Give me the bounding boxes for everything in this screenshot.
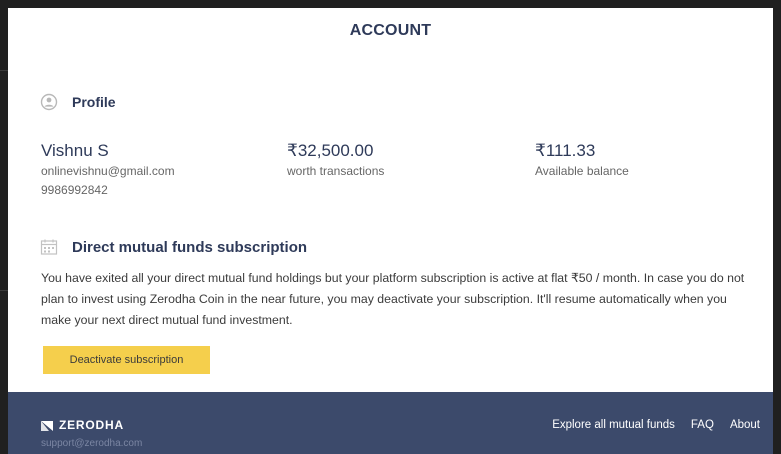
footer-nav: Explore all mutual funds FAQ About: [552, 419, 760, 431]
support-email-link[interactable]: support@zerodha.com: [41, 438, 142, 449]
worth-transactions-stat: ₹32,500.00 worth transactions: [287, 141, 384, 180]
user-name: Vishnu S: [41, 141, 109, 160]
user-email: onlinevishnu@gmail.com: [41, 164, 175, 178]
balance-value: ₹111.33: [535, 141, 596, 160]
footer: ZERODHA support@zerodha.com Explore all …: [8, 392, 773, 454]
deactivate-subscription-button[interactable]: Deactivate subscription: [43, 346, 210, 374]
balance-label: Available balance: [535, 164, 629, 178]
zerodha-logo[interactable]: ZERODHA: [41, 418, 124, 432]
mutual-funds-heading: Direct mutual funds subscription: [72, 238, 308, 256]
modal-title: ACCOUNT: [349, 22, 432, 39]
brand-name: ZERODHA: [59, 418, 124, 432]
profile-heading: Profile: [72, 94, 116, 110]
account-modal: ACCOUNT Profile Vishnu S onlinevishnu@gm…: [8, 8, 773, 454]
available-balance-stat: ₹111.33 Available balance: [535, 141, 629, 180]
worth-value: ₹32,500.00: [287, 141, 374, 160]
zerodha-logo-icon: [41, 420, 53, 431]
explore-mutual-funds-link[interactable]: Explore all mutual funds: [552, 419, 675, 431]
mutual-funds-section-header: Direct mutual funds subscription: [40, 238, 307, 256]
worth-label: worth transactions: [287, 164, 385, 178]
profile-section-header: Profile: [40, 93, 116, 111]
backdrop-divider: [0, 70, 8, 71]
profile-identity: Vishnu S onlinevishnu@gmail.com 99869928…: [41, 141, 175, 199]
about-link[interactable]: About: [730, 419, 760, 431]
backdrop-divider: [0, 290, 8, 291]
calendar-icon: [40, 238, 58, 256]
faq-link[interactable]: FAQ: [691, 419, 714, 431]
user-phone: 9986992842: [41, 183, 108, 197]
subscription-description: You have exited all your direct mutual f…: [41, 271, 745, 327]
user-circle-icon: [40, 93, 58, 111]
